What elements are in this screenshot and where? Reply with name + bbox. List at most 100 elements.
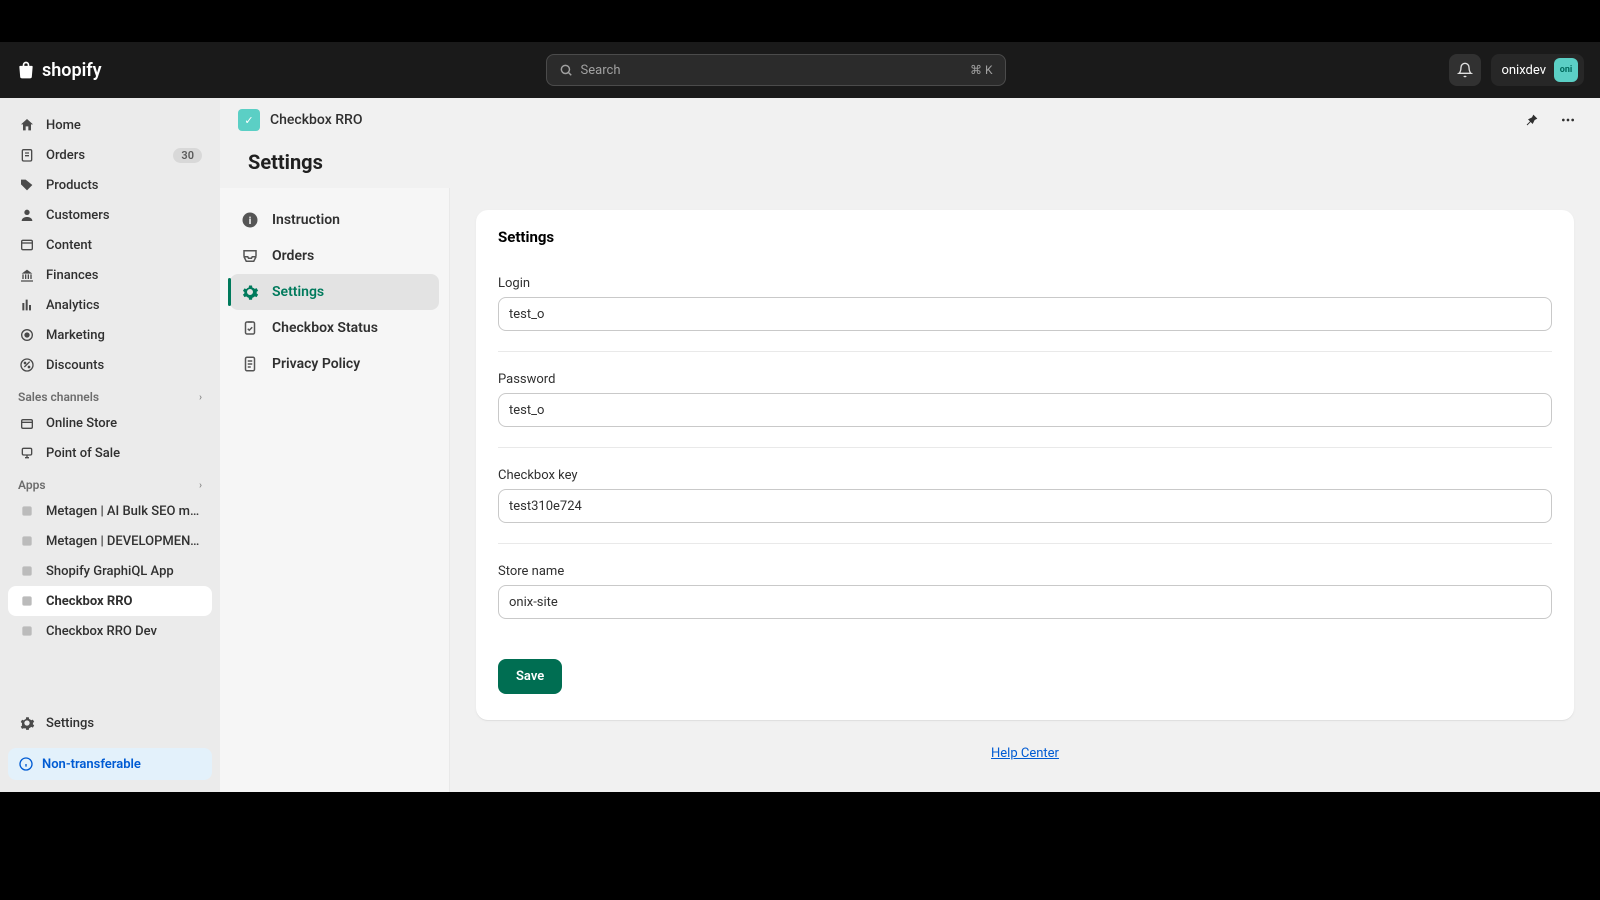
sidebar-item-label: Home	[46, 118, 202, 133]
section-label: Apps	[18, 478, 46, 492]
settings-nav-checkbox-status[interactable]: Checkbox Status	[230, 310, 439, 346]
sidebar-item-label: Customers	[46, 208, 202, 223]
search-shortcut: ⌘ K	[970, 63, 993, 77]
person-icon	[18, 206, 36, 224]
sidebar-item-finances[interactable]: Finances	[8, 260, 212, 290]
app-header: ✓ Checkbox RRO	[220, 98, 1600, 142]
password-group: Password	[498, 352, 1552, 448]
sidebar-item-label: Orders	[46, 148, 163, 163]
login-label: Login	[498, 276, 1552, 291]
sidebar-item-app-metagen-seo[interactable]: Metagen | AI Bulk SEO me...	[8, 496, 212, 526]
help-center-link-wrap: Help Center	[476, 746, 1574, 761]
sidebar-item-label: Products	[46, 178, 202, 193]
settings-nav-orders[interactable]: Orders	[230, 238, 439, 274]
app-avatar-icon: ✓	[238, 109, 260, 131]
settings-nav-label: Instruction	[272, 212, 340, 228]
sidebar-item-home[interactable]: Home	[8, 110, 212, 140]
sidebar-item-point-of-sale[interactable]: Point of Sale	[8, 438, 212, 468]
orders-icon	[18, 146, 36, 164]
brand-logo[interactable]: shopify	[16, 59, 102, 81]
sidebar-item-label: Metagen | AI Bulk SEO me...	[46, 504, 202, 519]
content: ✓ Checkbox RRO Settings i Instruction	[220, 98, 1600, 792]
sidebar-item-app-graphiql[interactable]: Shopify GraphiQL App	[8, 556, 212, 586]
sales-channels-heading[interactable]: Sales channels ›	[8, 380, 212, 408]
settings-nav-settings[interactable]: Settings	[230, 274, 439, 310]
sidebar-item-label: Finances	[46, 268, 202, 283]
pin-button[interactable]	[1518, 106, 1546, 134]
sidebar-item-app-metagen-dev[interactable]: Metagen | DEVELOPMENT...	[8, 526, 212, 556]
settings-nav-privacy-policy[interactable]: Privacy Policy	[230, 346, 439, 382]
search-input[interactable]: Search ⌘ K	[546, 54, 1006, 86]
notifications-button[interactable]	[1449, 54, 1481, 86]
dots-icon	[1560, 112, 1576, 128]
settings-nav-label: Privacy Policy	[272, 356, 360, 372]
app-icon	[18, 532, 36, 550]
sidebar-item-orders[interactable]: Orders 30	[8, 140, 212, 170]
app-icon	[18, 622, 36, 640]
settings-nav-instruction[interactable]: i Instruction	[230, 202, 439, 238]
card-title: Settings	[498, 228, 1552, 246]
login-group: Login	[498, 256, 1552, 352]
svg-text:i: i	[249, 214, 252, 227]
app-name: Checkbox RRO	[270, 112, 362, 128]
sidebar-item-app-checkbox-rro[interactable]: Checkbox RRO	[8, 586, 212, 616]
gear-icon	[18, 714, 36, 732]
store-name-group: Store name	[498, 544, 1552, 639]
more-button[interactable]	[1554, 106, 1582, 134]
checkbox-key-group: Checkbox key	[498, 448, 1552, 544]
checkbox-key-input[interactable]	[498, 489, 1552, 523]
sidebar-item-app-checkbox-rro-dev[interactable]: Checkbox RRO Dev	[8, 616, 212, 646]
password-label: Password	[498, 372, 1552, 387]
sidebar-item-content[interactable]: Content	[8, 230, 212, 260]
section-label: Sales channels	[18, 390, 99, 404]
user-name: onixdev	[1501, 63, 1546, 78]
apps-heading[interactable]: Apps ›	[8, 468, 212, 496]
sidebar-item-online-store[interactable]: Online Store	[8, 408, 212, 438]
bank-icon	[18, 266, 36, 284]
sidebar-item-label: Shopify GraphiQL App	[46, 564, 202, 579]
sidebar-item-marketing[interactable]: Marketing	[8, 320, 212, 350]
sidebar: Home Orders 30 Products Customers Conten…	[0, 98, 220, 792]
store-icon	[18, 414, 36, 432]
chevron-right-icon: ›	[199, 480, 202, 491]
settings-card: Settings Login Password Checkbox key	[476, 210, 1574, 720]
sidebar-item-label: Point of Sale	[46, 446, 202, 461]
chart-icon	[18, 296, 36, 314]
sidebar-item-discounts[interactable]: Discounts	[8, 350, 212, 380]
sidebar-item-label: Discounts	[46, 358, 202, 373]
sidebar-item-customers[interactable]: Customers	[8, 200, 212, 230]
settings-nav-label: Settings	[272, 284, 324, 300]
settings-nav: i Instruction Orders Settings Checkbox S…	[220, 188, 450, 792]
sidebar-item-label: Metagen | DEVELOPMENT...	[46, 534, 202, 549]
pin-icon	[1524, 112, 1540, 128]
chevron-right-icon: ›	[199, 392, 202, 403]
sidebar-item-settings[interactable]: Settings	[8, 708, 212, 738]
app-icon	[18, 562, 36, 580]
help-center-link[interactable]: Help Center	[991, 746, 1059, 761]
inbox-icon	[240, 246, 260, 266]
orders-badge: 30	[173, 148, 202, 163]
info-circle-icon: i	[240, 210, 260, 230]
login-input[interactable]	[498, 297, 1552, 331]
password-input[interactable]	[498, 393, 1552, 427]
app-icon	[18, 592, 36, 610]
non-transferable-banner[interactable]: Non-transferable	[8, 748, 212, 780]
main-panel: Settings Login Password Checkbox key	[450, 188, 1600, 792]
home-icon	[18, 116, 36, 134]
sidebar-item-analytics[interactable]: Analytics	[8, 290, 212, 320]
non-transferable-label: Non-transferable	[42, 757, 141, 772]
tag-icon	[18, 176, 36, 194]
topbar: shopify Search ⌘ K onixdev oni	[0, 42, 1600, 98]
gear-icon	[240, 282, 260, 302]
sidebar-item-products[interactable]: Products	[8, 170, 212, 200]
save-button[interactable]: Save	[498, 659, 562, 694]
discount-icon	[18, 356, 36, 374]
info-icon	[18, 756, 34, 772]
store-name-input[interactable]	[498, 585, 1552, 619]
sidebar-item-label: Marketing	[46, 328, 202, 343]
bell-icon	[1457, 62, 1473, 78]
sidebar-item-label: Checkbox RRO Dev	[46, 624, 202, 639]
pos-icon	[18, 444, 36, 462]
user-menu[interactable]: onixdev oni	[1491, 54, 1584, 86]
sidebar-item-label: Settings	[46, 716, 202, 731]
